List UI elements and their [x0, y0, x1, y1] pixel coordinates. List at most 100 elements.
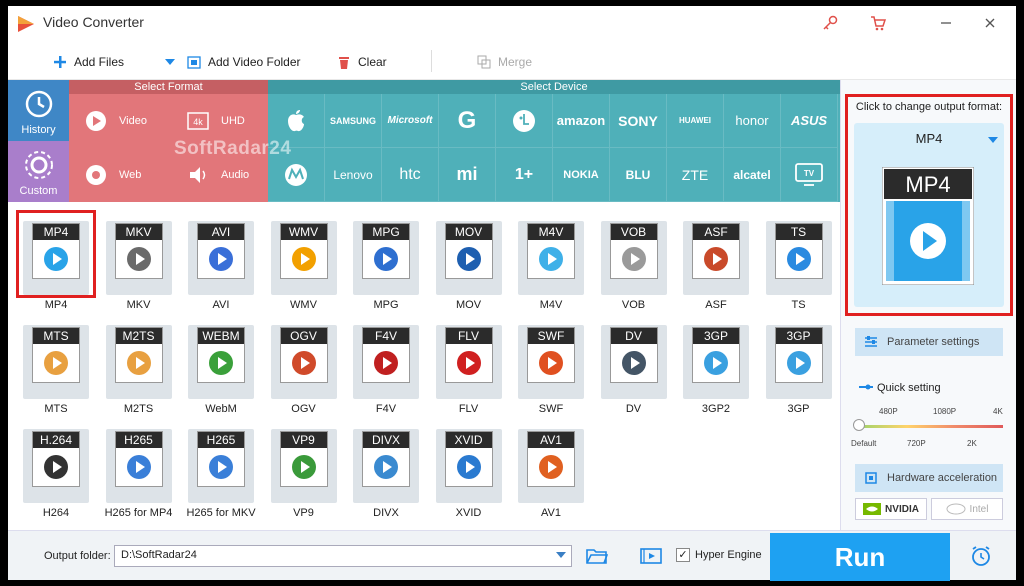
device-tv[interactable]: TV [781, 148, 838, 202]
format-tile-label: VOB [621, 299, 646, 311]
add-video-folder-button[interactable]: Add Video Folder [186, 53, 301, 71]
format-tile-label: ASF [705, 299, 727, 311]
device-samsung[interactable]: SAMSUNG [325, 94, 382, 148]
format-tile-h265-for-mp4[interactable]: H265 H265 for MP4 [104, 423, 174, 519]
clear-button[interactable]: Clear [336, 53, 387, 71]
device-htc[interactable]: htc [382, 148, 439, 202]
format-tile-mpg[interactable]: MPG MPG [351, 215, 421, 311]
format-code: H265 [198, 432, 244, 448]
device-oneplus[interactable]: 1+ [496, 148, 553, 202]
format-tile-divx[interactable]: DIVX DIVX [351, 423, 421, 519]
format-video-button[interactable]: Video [85, 94, 183, 148]
format-tile-h265-for-mkv[interactable]: H265 H265 for MKV [186, 423, 256, 519]
device-huawei[interactable]: HUAWEI [667, 94, 724, 148]
format-tile-label: XVID [455, 507, 482, 519]
format-tile-label: FLV [458, 403, 479, 415]
intel-toggle[interactable]: Intel [931, 498, 1003, 520]
format-file-icon: M2TS [114, 327, 163, 383]
format-tile-asf[interactable]: ASF ASF [681, 215, 751, 311]
format-tile-vob[interactable]: VOB VOB [599, 215, 669, 311]
format-glyph-icon [369, 452, 403, 482]
device-microsoft[interactable]: Microsoft [382, 94, 439, 148]
format-tile-label: M2TS [123, 403, 154, 415]
history-tab[interactable]: History [8, 80, 69, 141]
custom-tab[interactable]: Custom [8, 141, 69, 202]
format-glyph-icon [699, 244, 733, 274]
nvidia-toggle[interactable]: NVIDIA [855, 498, 927, 520]
nvidia-label: NVIDIA [885, 503, 919, 515]
close-icon[interactable] [982, 15, 998, 31]
format-tile-swf[interactable]: SWF SWF [516, 319, 586, 415]
format-tile-f4v[interactable]: F4V F4V [351, 319, 421, 415]
add-files-button[interactable]: Add Files [52, 53, 124, 71]
format-file-icon: H.264 [32, 431, 80, 487]
hyper-engine-toggle[interactable]: ✓ Hyper Engine [676, 548, 762, 562]
format-tile-wmv[interactable]: WMV WMV [269, 215, 339, 311]
format-web-button[interactable]: Web [85, 148, 183, 202]
format-tile-dv[interactable]: DV DV [599, 319, 669, 415]
format-code: WMV [280, 224, 327, 240]
hyper-engine-checkbox[interactable]: ✓ [676, 548, 690, 562]
history-clock-icon [25, 90, 53, 118]
format-tile-mp4[interactable]: MP4 MP4 [16, 210, 96, 311]
format-tile-ts[interactable]: TS TS [764, 215, 834, 311]
format-tile-3gp2[interactable]: 3GP 3GP2 [681, 319, 751, 415]
format-code: FLV [445, 328, 492, 344]
output-format-selector[interactable]: Click to change output format: MP4 MP4 [845, 94, 1013, 316]
output-format-card[interactable]: MP4 MP4 [854, 123, 1004, 307]
output-folder-dropdown-icon[interactable] [556, 552, 566, 558]
format-tile-webm[interactable]: WEBM WebM [186, 319, 256, 415]
cart-icon[interactable] [870, 15, 886, 31]
add-files-label: Add Files [74, 55, 125, 69]
video-folder-icon[interactable] [640, 547, 662, 565]
quality-slider-track[interactable] [859, 425, 1003, 428]
device-google[interactable]: G [439, 94, 496, 148]
format-file-icon: DV [609, 327, 658, 383]
folder-open-icon[interactable] [586, 547, 608, 565]
format-tile-xvid[interactable]: XVID XVID [434, 423, 504, 519]
device-honor[interactable]: honor [724, 94, 781, 148]
format-file-icon: AVI [197, 223, 245, 279]
format-code: H.264 [33, 432, 79, 448]
device-sony[interactable]: SONY [610, 94, 667, 148]
format-tile-mts[interactable]: MTS MTS [21, 319, 91, 415]
format-tile-3gp[interactable]: 3GP 3GP [764, 319, 834, 415]
format-tile-avi[interactable]: AVI AVI [186, 215, 256, 311]
chevron-down-icon[interactable] [162, 54, 178, 70]
output-folder-label: Output folder: [44, 550, 111, 562]
format-tile-mov[interactable]: MOV MOV [434, 215, 504, 311]
format-tile-flv[interactable]: FLV FLV [434, 319, 504, 415]
format-tile-vp9[interactable]: VP9 VP9 [269, 423, 339, 519]
hardware-acceleration-button[interactable]: Hardware acceleration [855, 464, 1003, 492]
device-xiaomi[interactable]: mi [439, 148, 496, 202]
device-asus[interactable]: ASUS [781, 94, 838, 148]
format-code: DIVX [363, 432, 409, 448]
quality-slider-thumb[interactable] [853, 419, 865, 431]
device-lg[interactable] [496, 94, 553, 148]
parameter-settings-button[interactable]: Parameter settings [855, 328, 1003, 356]
format-tile-h264[interactable]: H.264 H264 [21, 423, 91, 519]
alarm-clock-icon[interactable] [970, 545, 992, 567]
format-glyph-icon [782, 244, 816, 274]
device-amazon[interactable]: amazon [553, 94, 610, 148]
format-tile-m2ts[interactable]: M2TS M2TS [104, 319, 174, 415]
format-tile-av1[interactable]: AV1 AV1 [516, 423, 586, 519]
device-lenovo[interactable]: Lenovo [325, 148, 382, 202]
format-tile-ogv[interactable]: OGV OGV [269, 319, 339, 415]
device-alcatel[interactable]: alcatel [724, 148, 781, 202]
device-nokia[interactable]: NOKIA [553, 148, 610, 202]
output-folder-input[interactable]: D:\SoftRadar24 [114, 545, 572, 567]
device-zte[interactable]: ZTE [667, 148, 724, 202]
run-button[interactable]: Run [770, 533, 950, 581]
merge-button[interactable]: Merge [476, 53, 532, 71]
key-icon[interactable] [822, 15, 838, 31]
format-file-icon: 3GP [774, 327, 823, 383]
device-blu[interactable]: BLU [610, 148, 667, 202]
format-tile-m4v[interactable]: M4V M4V [516, 215, 586, 311]
format-glyph-icon [39, 244, 73, 274]
nvidia-logo-icon [863, 503, 882, 515]
format-tile-mkv[interactable]: MKV MKV [104, 215, 174, 311]
format-glyph-icon [369, 244, 403, 274]
minimize-icon[interactable] [938, 15, 954, 31]
format-tile-label: MTS [44, 403, 68, 415]
